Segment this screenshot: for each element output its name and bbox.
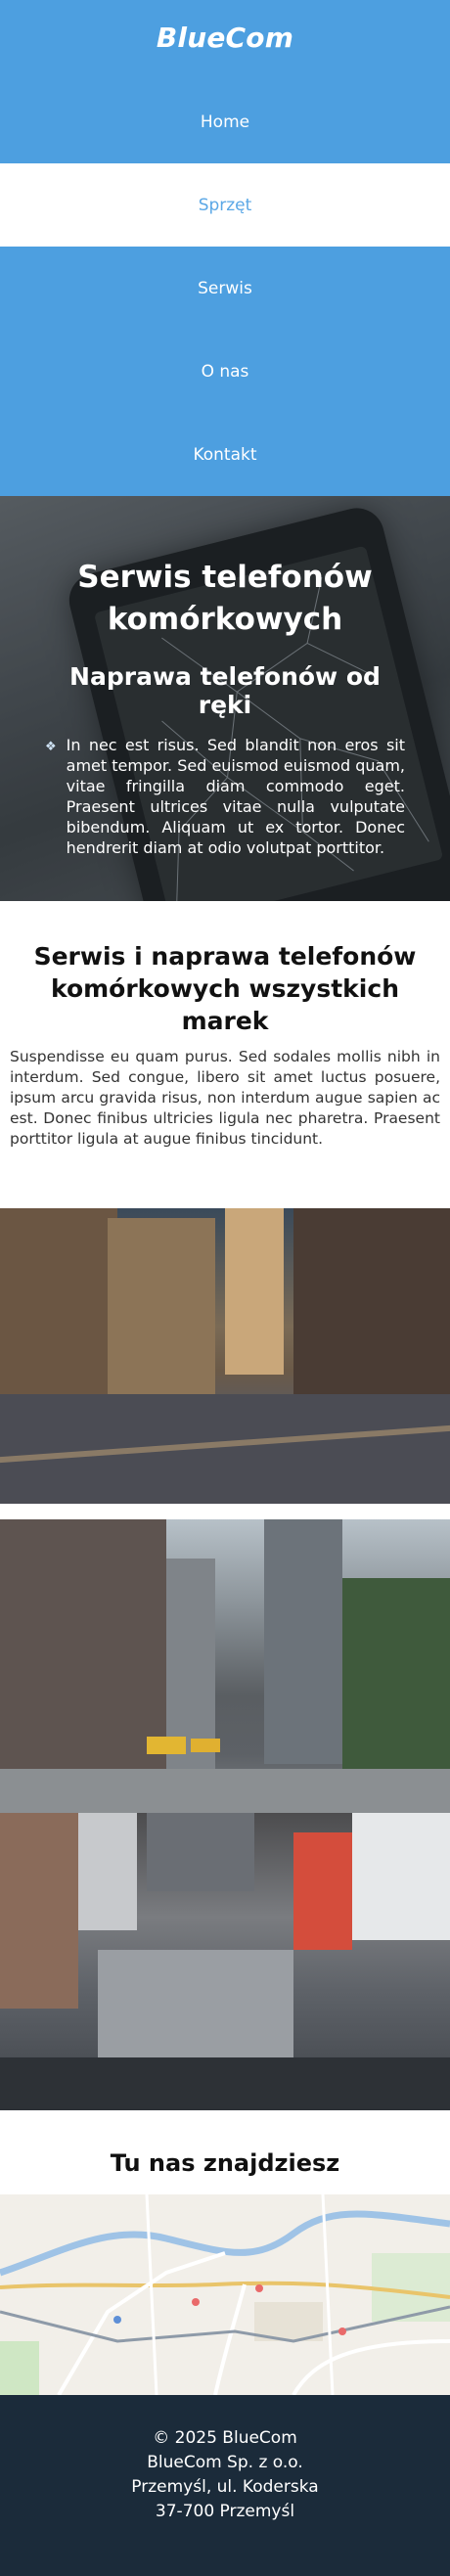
diamond-bullet-icon: ❖ — [45, 740, 57, 754]
nav-item-home[interactable]: Home — [0, 80, 450, 163]
street-photo-evening — [0, 1208, 450, 1504]
hero-list: ❖ In nec est risus. Sed blandit non eros… — [45, 735, 405, 858]
section-text: Suspendisse eu quam purus. Sed sodales m… — [10, 1048, 440, 1148]
footer-postal: 37-700 Przemyśl — [155, 2502, 295, 2521]
footer-company: BlueCom Sp. z o.o. — [147, 2453, 303, 2472]
hero-list-text: In nec est risus. Sed blandit non eros s… — [66, 736, 405, 857]
nav-item-sprzet[interactable]: Sprzęt — [0, 163, 450, 247]
location-map[interactable] — [0, 2194, 450, 2395]
nav-item-kontakt[interactable]: Kontakt — [0, 413, 450, 496]
map-section-title: Tu nas znajdziesz — [110, 2149, 340, 2177]
nav-item-o-nas[interactable]: O nas — [0, 330, 450, 413]
site-header: BlueCom — [0, 0, 450, 80]
list-item: ❖ In nec est risus. Sed blandit non eros… — [45, 735, 405, 858]
hero-section: Serwis telefonów komórkowych Naprawa tel… — [0, 496, 450, 901]
footer-copyright: © 2025 BlueCom — [153, 2428, 297, 2448]
tokyo-crossing-photo — [0, 1813, 450, 2110]
main-nav: Home Sprzęt Serwis O nas Kontakt — [0, 80, 450, 496]
hero-content: Serwis telefonów komórkowych Naprawa tel… — [0, 496, 450, 858]
map-graphic — [0, 2194, 450, 2395]
hero-title: Serwis telefonów komórkowych — [77, 560, 373, 637]
site-footer: © 2025 BlueCom BlueCom Sp. z o.o. Przemy… — [0, 2395, 450, 2576]
footer-address: Przemyśl, ul. Koderska — [131, 2477, 319, 2497]
about-section: Serwis i naprawa telefonów komórkowych w… — [0, 901, 450, 1204]
hero-subtitle: Naprawa telefonów od ręki — [69, 662, 381, 719]
section-title: Serwis i naprawa telefonów komórkowych w… — [33, 942, 417, 1035]
nav-item-serwis[interactable]: Serwis — [0, 247, 450, 330]
city-street-photo — [0, 1519, 450, 1813]
logo[interactable]: BlueCom — [157, 22, 293, 54]
